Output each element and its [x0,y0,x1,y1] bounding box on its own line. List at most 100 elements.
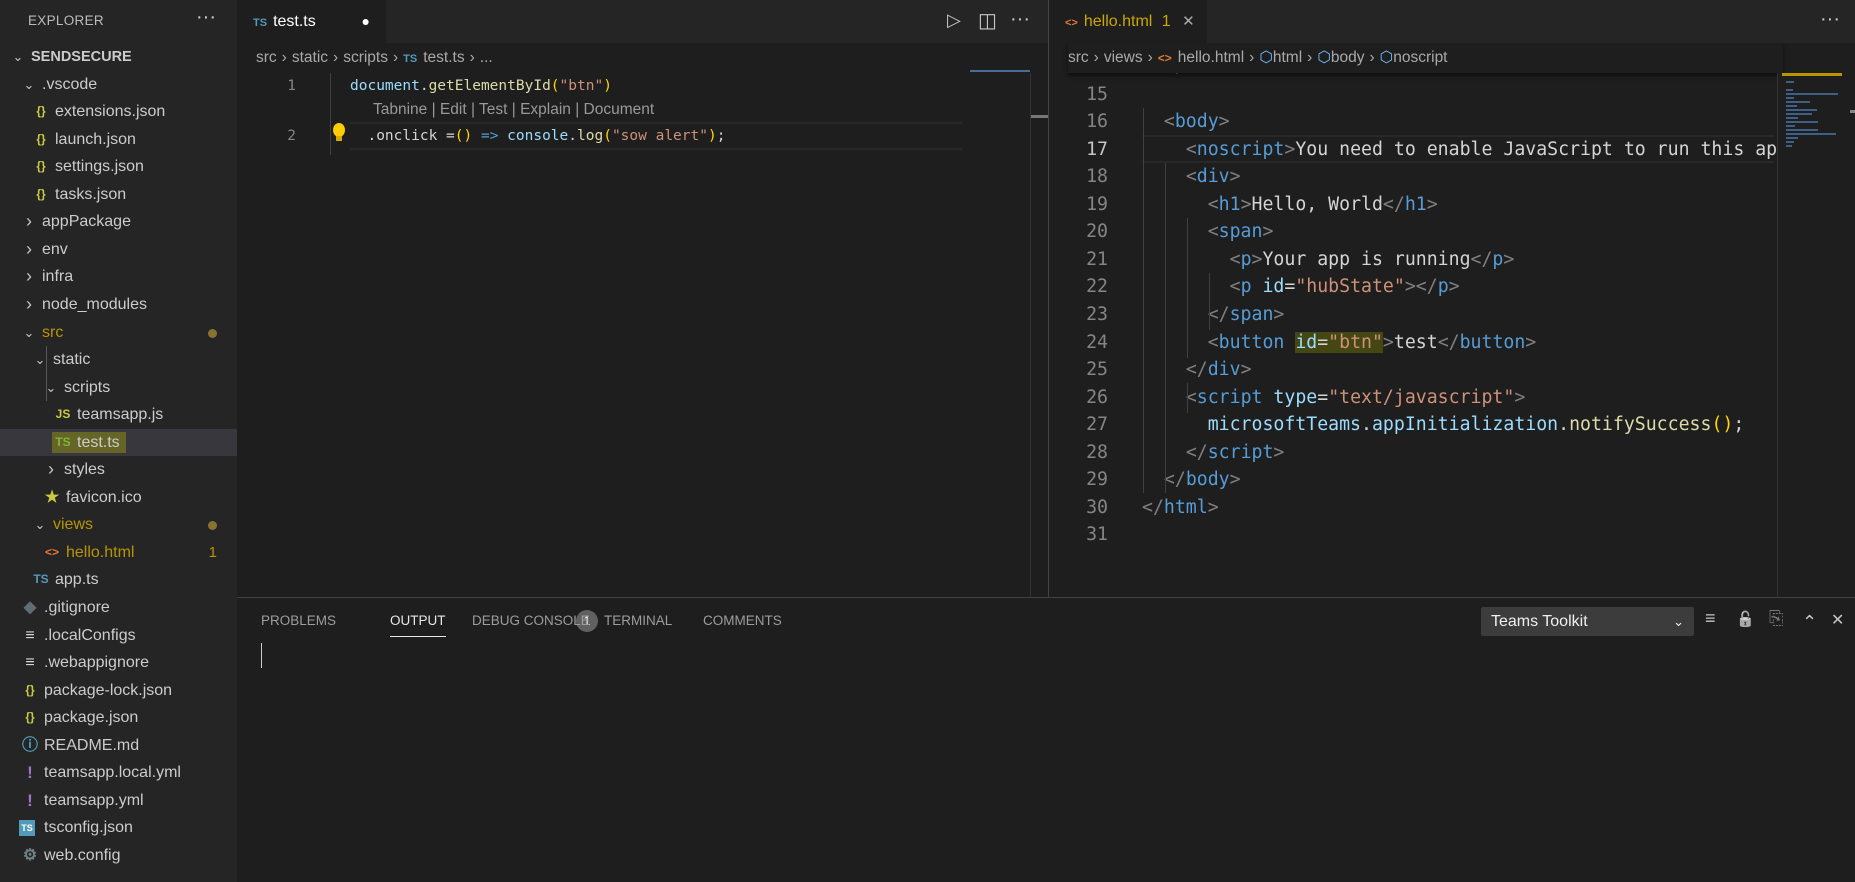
tree-item-package-lock-json[interactable]: {} package-lock.json [0,677,237,705]
tree-item-teamsapp-js[interactable]: JS teamsapp.js [0,401,237,429]
chevron-down-icon[interactable]: ⌄ [30,511,50,539]
code-line[interactable]: </span> [1142,301,1776,329]
chevron-right-icon[interactable]: › [19,236,39,264]
tree-item-settings-json[interactable]: {} settings.json [0,153,237,181]
code-line[interactable]: <body> [1142,108,1776,136]
explorer-more-actions-button[interactable]: ··· [196,6,216,29]
tree-item-node-modules[interactable]: › node_modules [0,291,237,319]
lightbulb-icon[interactable] [332,122,346,144]
breadcrumb-static[interactable]: static [292,49,328,66]
code-line[interactable]: </body> [1142,466,1776,494]
tree-item-tasks-json[interactable]: {} tasks.json [0,181,237,209]
right-minimap[interactable] [1777,73,1855,597]
code-line[interactable]: document.getElementById("btn") [350,73,612,101]
breadcrumb-scripts[interactable]: scripts [343,49,388,66]
tree-item-teamsapp-local-yml[interactable]: ! teamsapp.local.yml [0,759,237,787]
breadcrumb-noscript[interactable]: noscript [1393,49,1447,66]
tree-item--vscode[interactable]: ⌄ .vscode [0,71,237,99]
code-line[interactable]: <button id="btn">test</button> [1142,329,1776,357]
code-line[interactable]: .onclick =() => console.log("sow alert")… [350,123,725,151]
breadcrumb-hello-html[interactable]: hello.html [1178,49,1244,66]
code-line[interactable]: <div> [1142,163,1776,191]
tree-item-styles[interactable]: › styles [0,456,237,484]
tree-item-env[interactable]: › env [0,236,237,264]
tree-item-test-ts[interactable]: TS test.ts [0,428,237,457]
close-panel-icon[interactable]: ✕ [1831,610,1844,630]
code-line[interactable]: <span> [1142,218,1776,246]
code-line[interactable]: <p>Your app is running</p> [1142,246,1776,274]
chevron-down-icon[interactable]: ⌄ [19,319,39,347]
tree-item--localconfigs[interactable]: ≡ .localConfigs [0,622,237,650]
maximize-panel-icon[interactable]: ⌃ [1802,612,1817,633]
tree-item-teamsapp-yml[interactable]: ! teamsapp.yml [0,787,237,815]
tree-item-favicon-ico[interactable]: ★ favicon.ico [0,484,237,512]
tree-item--gitignore[interactable]: ◆ .gitignore [0,594,237,622]
tree-item-scripts[interactable]: ⌄ scripts [0,374,237,402]
tree-item-views[interactable]: ⌄ views [0,511,237,539]
tab-output[interactable]: OUTPUT [390,613,446,637]
tree-item-readme-md[interactable]: ⓘ README.md [0,732,237,760]
breadcrumb-src[interactable]: src [1068,49,1089,66]
code-line[interactable]: <script type="text/javascript"> [1142,384,1776,412]
editor-more-actions-icon[interactable]: ··· [1010,8,1030,31]
editor-more-actions-icon[interactable]: ··· [1820,8,1840,31]
clear-output-icon[interactable]: ≡ [1705,608,1716,629]
code-line[interactable]: microsoftTeams.appInitialization.notifyS… [1142,411,1776,439]
unsaved-dot-icon[interactable]: ● [362,0,370,43]
tree-item-app-ts[interactable]: TS app.ts [0,566,237,594]
chevron-down-icon[interactable]: ⌄ [19,71,39,99]
close-icon[interactable]: ✕ [1182,13,1195,30]
tree-item-launch-json[interactable]: {} launch.json [0,126,237,154]
lock-icon[interactable]: 🔓 [1736,610,1755,628]
tab-terminal[interactable]: TERMINAL [604,613,672,628]
code-token: </ [1207,303,1230,325]
tab-problems[interactable]: PROBLEMS [261,613,336,628]
tab-hello-html[interactable]: <> hello.html 1 ✕ [1049,0,1207,43]
code-line[interactable]: <p id="hubState"></p> [1142,273,1776,301]
breadcrumb-test-ts[interactable]: test.ts [423,49,464,66]
split-editor-icon[interactable]: ◫ [978,8,997,33]
tree-item--webappignore[interactable]: ≡ .webappignore [0,649,237,677]
code-line[interactable]: </div> [1142,356,1776,384]
breadcrumb-body[interactable]: body [1331,49,1365,66]
code-line[interactable]: </script> [1142,439,1776,467]
tree-item-src[interactable]: ⌄ src [0,319,237,347]
tree-item-hello-html[interactable]: <> hello.html 1 [0,539,237,567]
code-line[interactable]: <h1>Hello, World</h1> [1142,191,1776,219]
breadcrumb-views[interactable]: views [1104,49,1143,66]
chevron-down-icon[interactable]: ⌄ [30,346,50,374]
tree-item-sendsecure[interactable]: ⌄ SENDSECURE [0,43,237,71]
tree-item-tsconfig-json[interactable]: TS tsconfig.json [0,814,237,842]
tab-debug-console[interactable]: DEBUG CONSOLE [472,613,590,628]
tabnine-codelens[interactable]: Tabnine | Edit | Test | Explain | Docume… [373,101,654,119]
tree-item-apppackage[interactable]: › appPackage [0,208,237,236]
code-line[interactable]: <noscript>You need to enable JavaScript … [1142,136,1776,164]
chevron-right-icon[interactable]: › [19,263,39,291]
tree-item-label: extensions.json [55,103,166,121]
run-icon[interactable]: ▷ [947,10,961,31]
tree-item-extensions-json[interactable]: {} extensions.json [0,98,237,126]
output-cursor[interactable] [261,643,262,668]
code-line[interactable]: </html> [1142,494,1776,522]
tree-item-web-config[interactable]: ⚙ web.config [0,842,237,870]
tab-test-ts[interactable]: TS test.ts ● [237,0,386,43]
html-file-icon: <> [1065,17,1078,29]
tree-item-infra[interactable]: › infra [0,263,237,291]
chevron-down-icon[interactable]: ⌄ [41,374,61,402]
chevron-down-icon[interactable]: ⌄ [8,43,28,71]
editor-group-divider[interactable] [1048,0,1049,597]
chevron-right-icon[interactable]: › [41,456,61,484]
chevron-right-icon[interactable]: › [19,208,39,236]
output-channel-select[interactable]: Teams Toolkit ⌄ [1481,607,1694,636]
copy-icon[interactable]: ⎘ [1769,608,1783,629]
breadcrumb-more[interactable]: ... [480,49,493,66]
tree-item-package-json[interactable]: {} package.json [0,704,237,732]
tab-comments[interactable]: COMMENTS [703,613,782,628]
breadcrumb-html[interactable]: html [1273,49,1302,66]
chevron-right-icon[interactable]: › [19,291,39,319]
tree-item-static[interactable]: ⌄ static [0,346,237,374]
breadcrumb-src[interactable]: src [256,49,277,66]
tree-item-label: node_modules [42,295,147,313]
code-token: button [1459,331,1526,353]
left-minimap[interactable] [970,70,1030,72]
